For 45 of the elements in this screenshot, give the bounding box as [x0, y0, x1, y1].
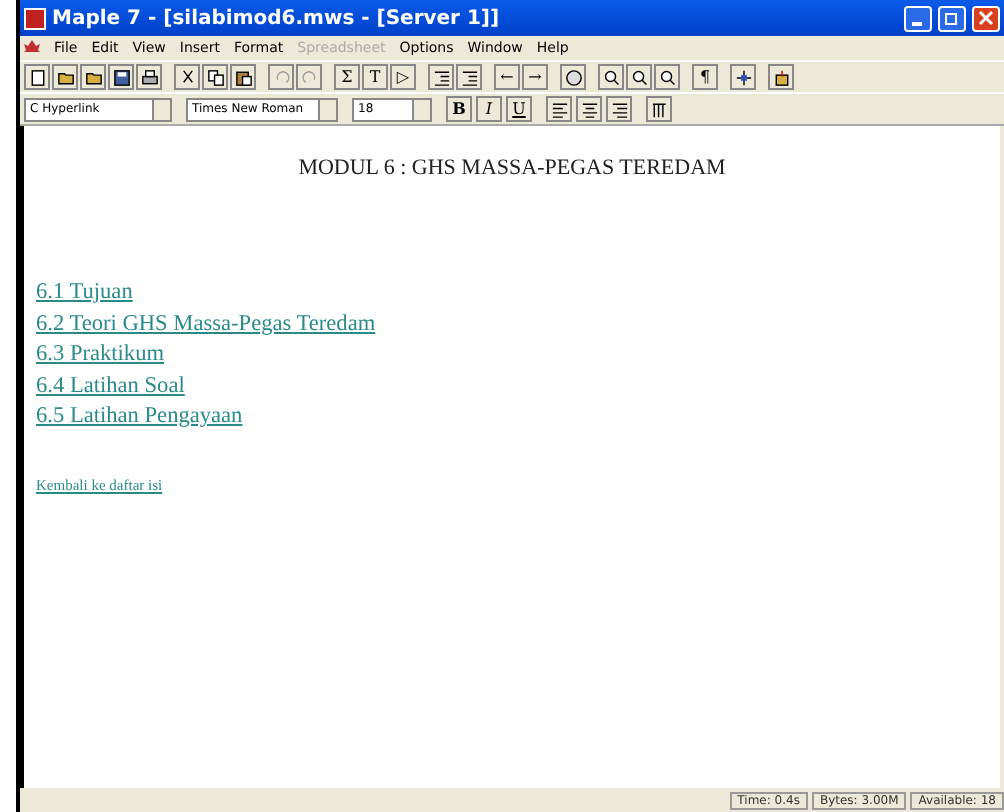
toolbar-button[interactable]: ←	[494, 64, 520, 90]
toolbar-button[interactable]: Σ	[334, 64, 360, 90]
paste-icon[interactable]	[230, 64, 256, 90]
zoom-icon[interactable]	[626, 64, 652, 90]
redo-icon[interactable]	[296, 64, 322, 90]
close-icon	[978, 10, 994, 26]
toolbar-button[interactable]: T	[362, 64, 388, 90]
window-title: Maple 7 - [silabimod6.mws - [Server 1]]	[52, 7, 502, 29]
format-button[interactable]: I	[476, 96, 502, 122]
section-link[interactable]: 6.5 Latihan Pengayaan	[36, 404, 243, 431]
section-link[interactable]: 6.4 Latihan Soal	[36, 373, 185, 400]
format-button[interactable]: U	[506, 96, 532, 122]
copy-icon[interactable]	[202, 64, 228, 90]
folder-icon[interactable]	[52, 64, 78, 90]
app-icon	[24, 7, 46, 29]
toolbar-button[interactable]: →	[522, 64, 548, 90]
close-button[interactable]	[972, 5, 1000, 31]
minimize-button[interactable]	[904, 5, 932, 31]
new-document-icon[interactable]	[24, 64, 50, 90]
cut-icon[interactable]	[174, 64, 200, 90]
zoom-icon[interactable]	[654, 64, 680, 90]
align-right-icon[interactable]	[606, 96, 632, 122]
format-button[interactable]: B	[446, 96, 472, 122]
save-icon[interactable]	[108, 64, 134, 90]
align-center-icon[interactable]	[576, 96, 602, 122]
undo-icon[interactable]	[268, 64, 294, 90]
zoom-icon[interactable]	[598, 64, 624, 90]
restart-icon[interactable]	[768, 64, 794, 90]
toolbar-button[interactable]: ▷	[390, 64, 416, 90]
crosshair-icon[interactable]	[730, 64, 756, 90]
section-link[interactable]: 6.3 Praktikum	[36, 342, 165, 369]
maple-leaf-icon[interactable]	[24, 40, 40, 56]
restore-button[interactable]	[938, 5, 966, 31]
indent-icon[interactable]	[428, 64, 454, 90]
columns-icon[interactable]	[646, 96, 672, 122]
document-heading: MODUL 6 : GHS MASSA-PEGAS TEREDAM	[298, 156, 726, 180]
restore-icon	[944, 10, 960, 26]
align-left-icon[interactable]	[546, 96, 572, 122]
folder-icon[interactable]	[80, 64, 106, 90]
section-link[interactable]: 6.1 Tujuan	[36, 280, 133, 307]
section-link[interactable]: 6.2 Teori GHS Massa-Pegas Teredam	[36, 311, 376, 338]
print-icon[interactable]	[136, 64, 162, 90]
toolbar-button[interactable]: ¶	[692, 64, 718, 90]
outdent-icon[interactable]	[456, 64, 482, 90]
stop-icon[interactable]	[560, 64, 586, 90]
